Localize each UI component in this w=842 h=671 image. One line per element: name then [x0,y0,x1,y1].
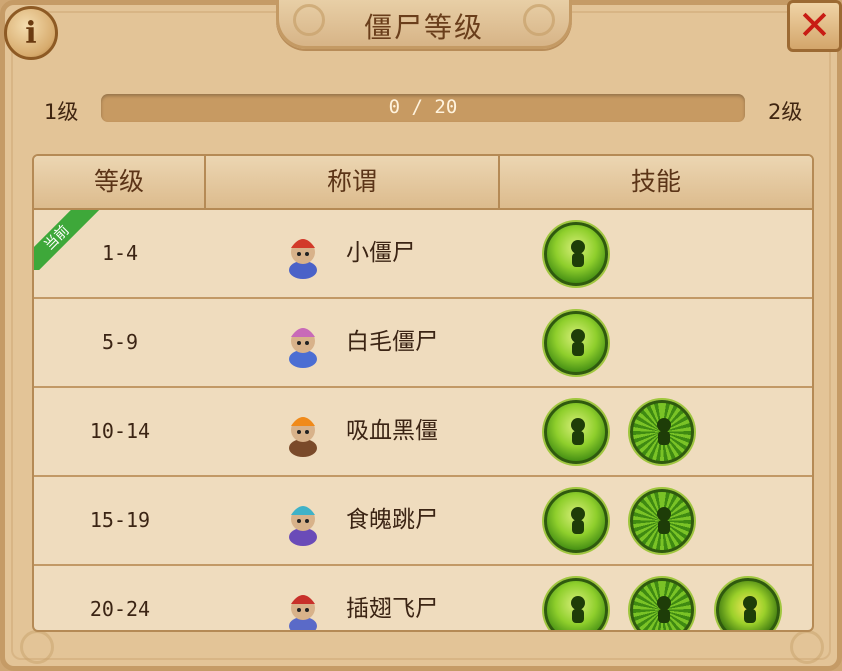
header-title: 称谓 [206,156,500,208]
info-button[interactable]: i [4,6,58,60]
table-row: 15-19 食魄跳尸 [34,477,812,566]
zombie-avatar-icon [278,230,328,280]
zombie-title: 白毛僵尸 [346,329,438,355]
zombie-avatar-icon [278,319,328,369]
zombie-title: 吸血黑僵 [346,418,438,444]
level-range: 10-14 [89,419,151,443]
title-plate: 僵尸等级 [276,0,572,49]
skill-green-burst-icon[interactable] [630,578,694,630]
skill-green-demon-icon[interactable] [716,578,780,630]
level-table: 等级 称谓 技能 1-4 小僵尸 当前 5-9 白毛僵尸 10-14 吸血黑僵 15-19 食魄… [32,154,814,632]
next-level-label: 2级 [768,100,803,124]
progress-text: 0 / 20 [388,96,458,118]
level-range: 20-24 [89,597,151,621]
header-level: 等级 [34,156,206,208]
skill-green-sprite-icon[interactable] [544,311,608,375]
level-range: 5-9 [101,330,139,354]
skill-green-sprite-icon[interactable] [544,400,608,464]
corner-swirl-icon [20,630,54,664]
close-button[interactable]: ✕ [787,0,842,52]
level-progress-bar: 0 / 20 [101,94,745,122]
skill-green-burst-icon[interactable] [630,489,694,553]
zombie-avatar-icon [278,408,328,458]
table-row: 5-9 白毛僵尸 [34,299,812,388]
level-range: 15-19 [89,508,151,532]
zombie-title: 食魄跳尸 [346,507,438,533]
table-row: 1-4 小僵尸 当前 [34,210,812,299]
zombie-title: 小僵尸 [346,240,415,266]
info-icon: i [25,15,37,51]
table-row: 10-14 吸血黑僵 [34,388,812,477]
skill-green-sprite-icon[interactable] [544,222,608,286]
zombie-avatar-icon [278,586,328,630]
current-level-label: 1级 [44,100,79,124]
header-skills: 技能 [630,167,681,196]
skill-green-burst-icon[interactable] [630,400,694,464]
zombie-title: 插翅飞尸 [346,596,438,622]
current-badge: 当前 [34,210,110,270]
zombie-avatar-icon [278,497,328,547]
skill-green-sprite-icon[interactable] [544,578,608,630]
page-title: 僵尸等级 [363,11,484,44]
close-icon: ✕ [797,3,832,49]
skill-green-sprite-icon[interactable] [544,489,608,553]
table-header: 等级 称谓 技能 [34,156,812,210]
corner-swirl-icon [790,630,824,664]
current-badge-label: 当前 [34,210,103,270]
table-row: 20-24 插翅飞尸 [34,566,812,630]
